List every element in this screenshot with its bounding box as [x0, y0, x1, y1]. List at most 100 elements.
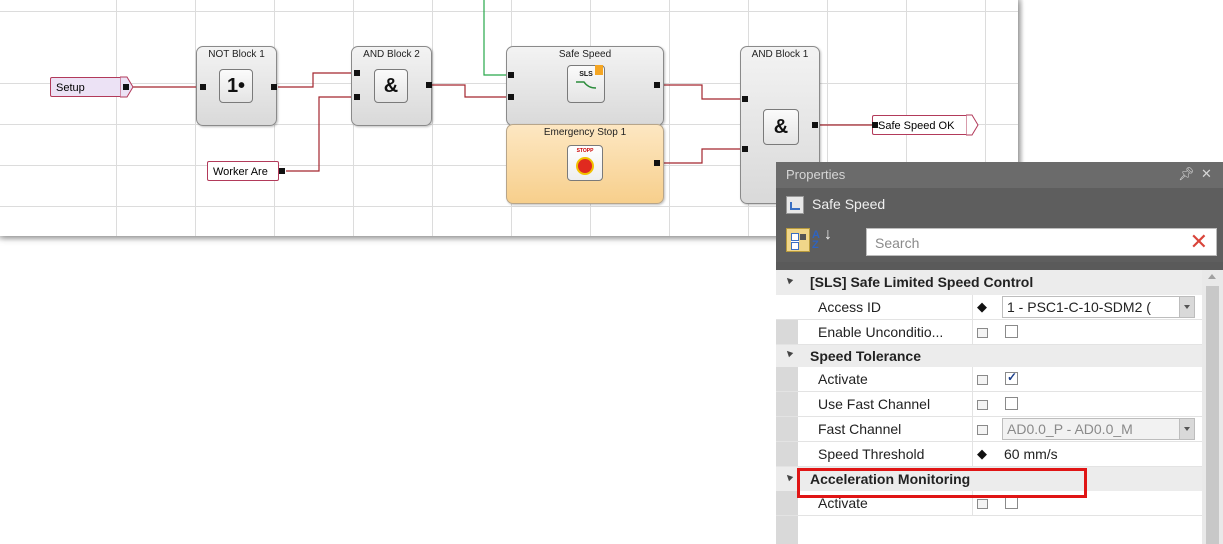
property-row-activate-accel[interactable]: Activate	[776, 491, 1202, 516]
not-block-1[interactable]: NOT Block 1 1•	[196, 46, 277, 126]
column-divider	[972, 491, 973, 515]
scroll-up-icon[interactable]	[1208, 274, 1216, 279]
and-block-1-title: AND Block 1	[751, 49, 809, 60]
selected-object-bar: Safe Speed	[776, 188, 1223, 222]
and1-output-port	[812, 122, 818, 128]
diamond-icon: ◆	[977, 299, 987, 314]
estop-icon-text: STOPP	[576, 148, 594, 154]
worker-area-output-port	[279, 168, 285, 174]
not-output-port	[271, 84, 277, 90]
setup-input-tag[interactable]: Setup	[50, 77, 122, 97]
speed-threshold-value[interactable]: 60 mm/s	[1004, 446, 1058, 462]
search-box: ✕	[866, 228, 1217, 256]
speed-curve-icon	[576, 80, 597, 89]
emergency-stop-block[interactable]: Emergency Stop 1 STOPP	[506, 124, 664, 204]
categorized-view-button[interactable]	[786, 228, 810, 252]
vertical-scrollbar[interactable]	[1202, 270, 1223, 544]
not-symbol-text: 1•	[226, 74, 246, 97]
fast-channel-dropdown[interactable]: AD0.0_P - AD0.0_M	[1002, 418, 1195, 440]
access-id-dropdown[interactable]: 1 - PSC1-C-10-SDM2 (	[1002, 296, 1195, 318]
category-acceleration-monitoring[interactable]: Acceleration Monitoring	[776, 467, 1202, 491]
setup-output-port	[123, 84, 129, 90]
safe-speed-ok-input-port	[872, 122, 878, 128]
properties-title: Properties	[786, 167, 846, 182]
alphabetical-sort-button[interactable]: A Z ↓	[812, 227, 834, 252]
sls-badge-icon	[595, 65, 603, 75]
and-2-symbol-text: &	[383, 74, 399, 97]
property-row-speed-threshold[interactable]: Speed Threshold ◆ 60 mm/s	[776, 442, 1202, 467]
and2-output-port	[426, 82, 432, 88]
activate-accel-checkbox[interactable]	[1005, 496, 1018, 509]
emergency-stop-title: Emergency Stop 1	[543, 127, 627, 138]
column-divider	[972, 320, 973, 344]
column-divider	[972, 442, 973, 466]
property-row-use-fast-channel[interactable]: Use Fast Channel	[776, 392, 1202, 417]
property-name: Access ID	[818, 299, 882, 315]
access-id-value: 1 - PSC1-C-10-SDM2 (	[1007, 299, 1151, 315]
worker-area-tag-label: Worker Are	[213, 166, 268, 178]
activate-checkbox[interactable]	[1005, 370, 1018, 385]
enable-unconditional-checkbox[interactable]	[1005, 325, 1018, 338]
safe-speed-ok-tag-arrow	[966, 114, 979, 136]
property-row-fast-channel[interactable]: Fast Channel AD0.0_P - AD0.0_M	[776, 417, 1202, 442]
and-1-symbol-text: &	[773, 115, 789, 138]
safe-speed-output-port	[654, 82, 660, 88]
safe-speed-input-port-2	[508, 94, 514, 100]
property-name: Activate	[818, 371, 868, 387]
pin-icon[interactable]: 📌︎	[1178, 166, 1195, 182]
safe-speed-block-title: Safe Speed	[558, 49, 612, 60]
search-input[interactable]	[873, 232, 1177, 254]
and-block-2-title: AND Block 2	[363, 49, 420, 60]
square-icon	[974, 396, 990, 412]
wire-not-and2	[278, 72, 354, 88]
property-name: Speed Threshold	[818, 446, 925, 462]
estop-button-icon	[576, 157, 594, 175]
properties-header: Properties 📌︎ ✕	[776, 162, 1223, 188]
and-block-2[interactable]: AND Block 2 &	[351, 46, 432, 126]
sls-icon-text: SLS	[579, 70, 593, 78]
and2-input-port-1	[354, 70, 360, 76]
close-icon[interactable]: ✕	[1201, 166, 1212, 182]
dropdown-arrow-icon[interactable]	[1179, 419, 1194, 439]
block-type-icon	[786, 196, 804, 214]
category-sls[interactable]: [SLS] Safe Limited Speed Control	[776, 270, 1202, 295]
and-1-symbol-icon: &	[763, 109, 799, 145]
category-speed-tolerance[interactable]: Speed Tolerance	[776, 345, 1202, 367]
property-name: Fast Channel	[818, 421, 902, 437]
square-icon	[974, 371, 990, 387]
scroll-thumb[interactable]	[1206, 286, 1219, 544]
not-block-title: NOT Block 1	[208, 49, 265, 60]
property-row-activate[interactable]: Activate	[776, 367, 1202, 392]
expand-triangle-icon[interactable]	[784, 472, 794, 482]
square-icon	[974, 324, 990, 340]
worker-area-input-tag[interactable]: Worker Are	[207, 161, 279, 181]
column-divider	[972, 392, 973, 416]
safe-speed-ok-output-tag[interactable]: Safe Speed OK	[872, 115, 968, 135]
column-divider	[972, 417, 973, 441]
square-icon	[974, 421, 990, 437]
wire-worker-and2	[286, 96, 354, 172]
property-name: Activate	[818, 495, 868, 511]
category-label: Speed Tolerance	[810, 348, 922, 364]
and2-input-port-2	[354, 94, 360, 100]
property-name: Enable Unconditio...	[818, 324, 944, 340]
wire-safespeed-and1	[660, 84, 742, 100]
and1-input-port-1	[742, 96, 748, 102]
category-label: [SLS] Safe Limited Speed Control	[810, 274, 1034, 290]
safe-speed-input-port-1	[508, 72, 514, 78]
safe-speed-block[interactable]: Safe Speed SLS	[506, 46, 664, 126]
and1-input-port-2	[742, 146, 748, 152]
property-row-enable-unconditional[interactable]: Enable Unconditio...	[776, 320, 1202, 345]
dropdown-arrow-icon[interactable]	[1179, 297, 1194, 317]
property-grid: [SLS] Safe Limited Speed Control Access …	[776, 270, 1223, 544]
expand-triangle-icon[interactable]	[784, 275, 794, 285]
use-fast-channel-checkbox[interactable]	[1005, 397, 1018, 410]
not-input-port	[200, 84, 206, 90]
clear-search-icon[interactable]: ✕	[1190, 230, 1208, 254]
fast-channel-value: AD0.0_P - AD0.0_M	[1007, 421, 1133, 437]
expand-triangle-icon[interactable]	[784, 348, 794, 358]
diamond-icon: ◆	[977, 446, 987, 461]
wire-green	[483, 0, 508, 76]
properties-panel: Properties 📌︎ ✕ Safe Speed AZ↓ ✕ [SLS] S…	[776, 162, 1223, 544]
property-row-access-id[interactable]: Access ID ◆ 1 - PSC1-C-10-SDM2 (	[776, 295, 1202, 320]
